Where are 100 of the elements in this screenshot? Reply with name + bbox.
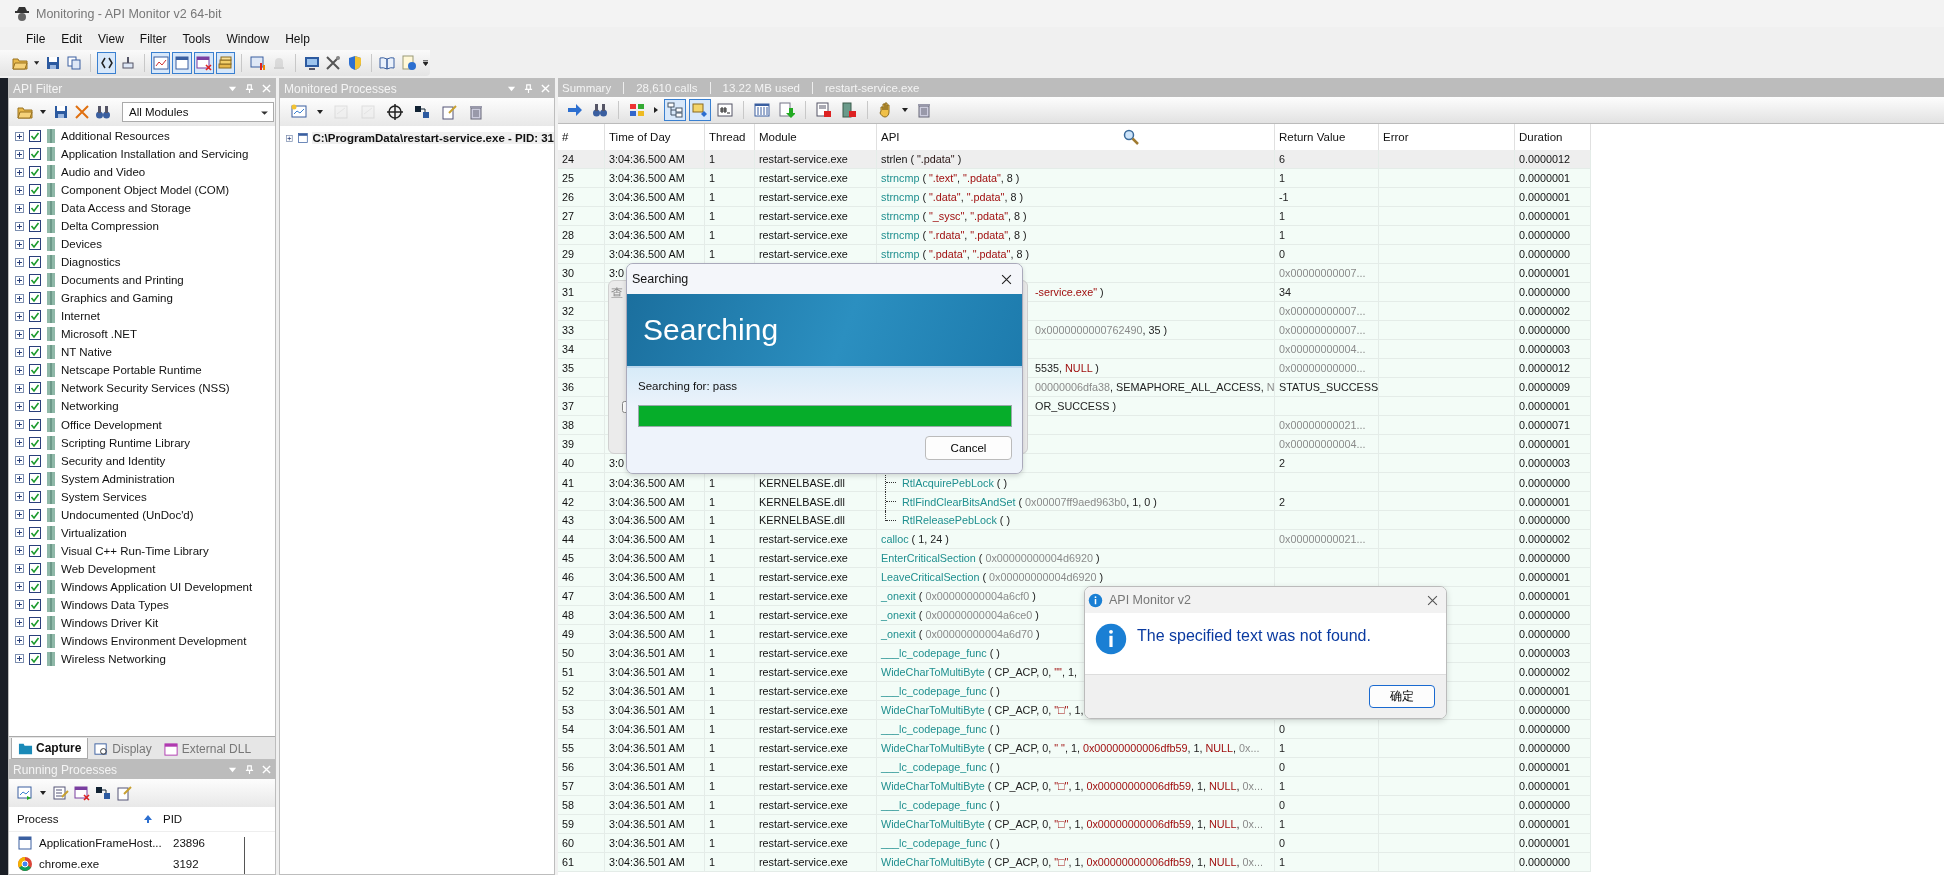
tree-item[interactable]: Documents and Printing [61,274,184,287]
checkbox[interactable] [29,382,41,395]
expand-icon[interactable] [15,347,24,357]
caret-icon[interactable] [40,109,46,115]
tree-item[interactable]: System Administration [61,472,175,485]
process-item[interactable]: C:\ProgramData\restart-service.exe - PID: 31 [312,132,554,144]
checkbox[interactable] [29,202,41,215]
tree-item[interactable]: Internet [61,310,100,323]
tree-item[interactable]: Netscape Portable Runtime [61,364,202,377]
checkbox[interactable] [29,616,41,629]
save-icon[interactable] [53,104,69,120]
tab[interactable]: Display [88,739,158,759]
tree-item[interactable]: Windows Driver Kit [61,616,159,629]
checkbox[interactable] [29,526,41,539]
tree-item[interactable]: Audio and Video [61,166,146,179]
process-name[interactable]: chrome.exe [39,857,167,870]
checkbox[interactable] [29,184,41,197]
checkbox[interactable] [29,598,41,611]
checkbox[interactable] [29,544,41,557]
expand-icon[interactable] [15,311,24,321]
caret-icon[interactable] [653,107,659,113]
tree-item[interactable]: Windows Data Types [61,598,169,611]
search-icon[interactable] [1123,129,1139,145]
window-close-icon[interactable] [74,785,90,801]
caret-icon[interactable] [902,107,908,113]
column-header[interactable]: PID [159,813,213,825]
checkbox[interactable] [29,148,41,161]
checkbox[interactable] [29,274,41,287]
table-row[interactable]: 44 3:04:36.500 AM 1 restart-service.exe calloc ( 1, 24 ) 0x00000000021... 0.0000002 [558,530,1591,549]
tree-item[interactable]: Network Security Services (NSS) [61,382,230,395]
expand-icon[interactable] [15,203,24,213]
ok-button[interactable]: 确定 [1369,685,1435,708]
tab[interactable]: Capture [11,738,89,759]
expand-icon[interactable] [15,654,24,664]
folder-icon[interactable] [17,104,33,120]
table-row[interactable]: 60 3:04:36.501 AM 1 restart-service.exe ___lc_codepage_func ( ) 0 0.0000001 [558,834,1591,853]
tree-item[interactable]: Component Object Model (COM) [61,184,230,197]
expand-icon[interactable] [15,636,24,646]
expand-icon[interactable] [15,600,24,610]
tree-item[interactable]: Application Installation and Servicing [61,148,249,161]
checkbox[interactable] [29,310,41,323]
expand-icon[interactable] [15,257,24,267]
expand-icon[interactable] [15,510,24,520]
edit-list-icon[interactable] [53,785,69,801]
column-header[interactable]: Process [13,813,157,825]
menu-item[interactable]: View [90,31,132,46]
menu-item[interactable]: Filter [131,31,175,46]
expand-icon[interactable] [286,133,293,143]
menu-item[interactable]: File [18,31,54,46]
expand-icon[interactable] [15,275,24,285]
cancel-button[interactable]: Cancel [925,436,1012,460]
checkbox[interactable] [29,472,41,485]
checkbox[interactable] [29,130,41,142]
tree-item[interactable]: Undocumented (UnDoc'd) [61,508,194,521]
tree-item[interactable]: Graphics and Gaming [61,292,173,305]
tree-item[interactable]: Wireless Networking [61,652,166,665]
tree-item[interactable]: Diagnostics [61,256,121,269]
checkbox[interactable] [29,346,41,359]
overflow-icon[interactable] [422,60,428,66]
menu-item[interactable]: Tools [174,31,219,46]
checkbox[interactable] [29,238,41,251]
tab[interactable]: External DLL [157,739,258,759]
table-row[interactable]: 45 3:04:36.500 AM 1 restart-service.exe EnterCriticalSection ( 0x00000000004d6920 ) 0.0000000 [558,549,1591,568]
tree-item[interactable]: System Services [61,490,147,503]
expand-icon[interactable] [15,239,24,249]
expand-icon[interactable] [15,582,24,592]
table-row[interactable]: 24 3:04:36.500 AM 1 restart-service.exe strlen ( ".pdata" ) 6 0.0000012 [558,150,1591,169]
checkbox[interactable] [29,328,41,341]
table-row[interactable]: 54 3:04:36.501 AM 1 restart-service.exe ___lc_codepage_func ( ) 0 0.0000000 [558,720,1591,739]
close-icon[interactable] [1427,594,1438,606]
close-icon[interactable] [1001,273,1012,285]
caret-icon[interactable] [317,109,323,115]
table-row[interactable]: 46 3:04:36.500 AM 1 restart-service.exe LeaveCriticalSection ( 0x00000000004d6920 ) 0.0000001 [558,568,1591,587]
checkbox[interactable] [29,634,41,647]
checkbox[interactable] [29,562,41,575]
menu-item[interactable]: Window [218,31,278,46]
caret-icon[interactable] [40,790,46,796]
expand-icon[interactable] [15,420,24,429]
tree-item[interactable]: Web Development [61,562,156,575]
expand-icon[interactable] [15,564,24,574]
expand-icon[interactable] [15,365,24,375]
tree-item[interactable]: Visual C++ Run-Time Library [61,544,209,557]
module-dropdown[interactable]: All Modules [122,102,274,122]
table-row[interactable]: 42 3:04:36.500 AM 1 KERNELBASE.dll RtlFindClearBitsAndSet ( 0x00007ff9aed963b0, 1, 0 ) 2 0.0000001 [558,492,1591,511]
table-row[interactable]: 56 3:04:36.501 AM 1 restart-service.exe ___lc_codepage_func ( ) 0 0.0000001 [558,758,1591,777]
tree-item[interactable]: Security and Identity [61,454,166,467]
checkbox[interactable] [29,418,41,431]
checkbox[interactable] [29,508,41,521]
expand-icon[interactable] [15,474,24,484]
process-map-icon[interactable] [95,785,111,801]
toolbar-button[interactable] [384,101,406,123]
checkbox[interactable] [29,454,41,467]
tree-item[interactable]: Networking [61,400,119,413]
expand-icon[interactable] [15,221,24,231]
table-row[interactable]: 61 3:04:36.501 AM 1 restart-service.exe WideCharToMultiByte ( CP_ACP, 0, "□", 1, 0x00000000006dfb59, 1, NULL, 0x... 1 0.0000000 [558,853,1591,872]
tree-item[interactable]: Microsoft .NET [61,328,138,341]
checkbox[interactable] [29,652,41,665]
process-name[interactable]: ApplicationFrameHost... [39,836,167,849]
checkbox[interactable] [29,364,41,377]
tree-item[interactable]: Data Access and Storage [61,202,191,215]
